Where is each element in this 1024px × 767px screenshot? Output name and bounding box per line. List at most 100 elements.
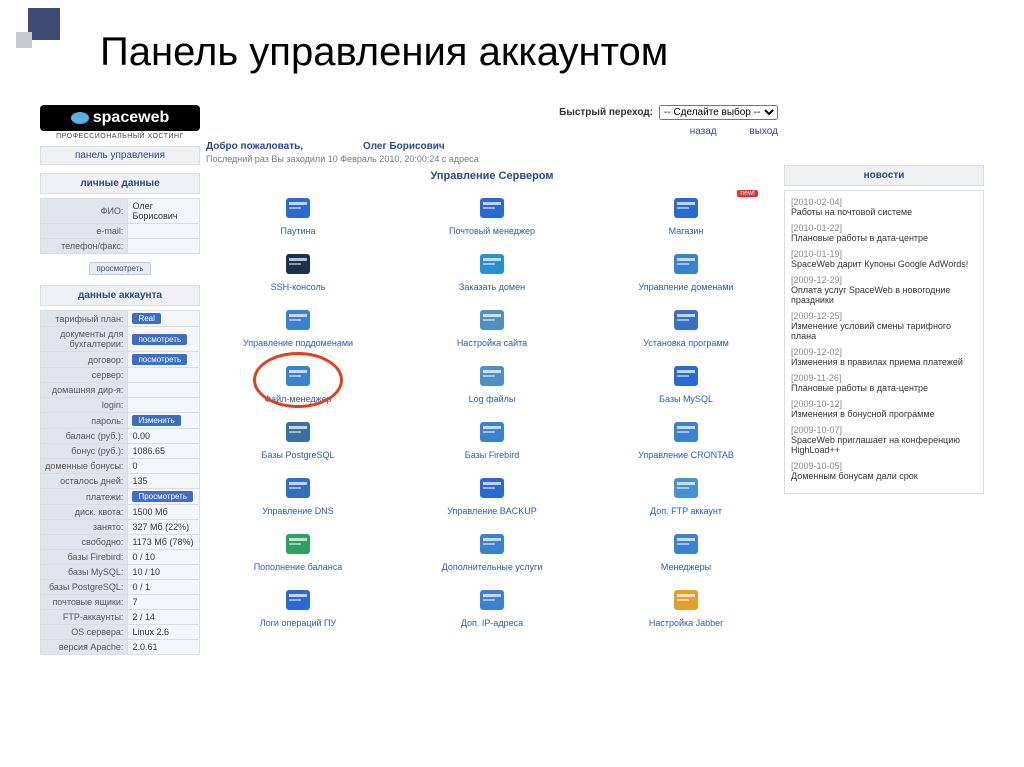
view-personal-button[interactable]: просмотреть bbox=[89, 262, 150, 275]
news-date: [2010-01-19] bbox=[791, 249, 977, 259]
field-label: версия Apache: bbox=[41, 640, 128, 655]
new-badge: new! bbox=[737, 190, 758, 197]
exit-link[interactable]: выход bbox=[749, 126, 778, 137]
field-label: почтовые ящики: bbox=[41, 595, 128, 610]
field-value: Олег Борисович bbox=[128, 199, 200, 224]
tool-label: Дополнительные услуги bbox=[402, 562, 582, 572]
news-title: SpaceWeb приглашает на конференцию HighL… bbox=[791, 435, 977, 455]
quick-jump-select[interactable]: -- Сделайте выбор -- bbox=[659, 105, 778, 120]
field-label: документы для бухгалтерии: bbox=[41, 327, 128, 352]
server-tool-доп-ftp-аккаунт[interactable]: Доп. FTP аккаунт bbox=[594, 468, 778, 520]
server-tool-паутина[interactable]: Паутина bbox=[206, 188, 390, 240]
news-item[interactable]: [2009-11-26]Плановые работы в дата-центр… bbox=[791, 373, 977, 393]
field-value: Изменить bbox=[128, 413, 200, 429]
server-tool-управление-доменами[interactable]: Управление доменами bbox=[594, 244, 778, 296]
news-title: SpaceWeb дарит Купоны Google AdWords! bbox=[791, 259, 977, 269]
field-label: осталось дней: bbox=[41, 474, 128, 489]
server-tool-управление-crontab[interactable]: Управление CRONTAB bbox=[594, 412, 778, 464]
server-tool-файл-менеджер[interactable]: Файл-менеджер bbox=[206, 356, 390, 408]
tool-icon bbox=[282, 304, 314, 336]
field-label: базы Firebird: bbox=[41, 550, 128, 565]
tool-label: Доп. FTP аккаунт bbox=[596, 506, 776, 516]
tool-icon bbox=[670, 416, 702, 448]
server-tool-управление-dns[interactable]: Управление DNS bbox=[206, 468, 390, 520]
server-tool-ssh-консоль[interactable]: SSH-консоль bbox=[206, 244, 390, 296]
server-tool-заказать-домен[interactable]: Заказать домен bbox=[400, 244, 584, 296]
server-tool-почтовый-менеджер[interactable]: Почтовый менеджер bbox=[400, 188, 584, 240]
field-value: 1500 Мб bbox=[128, 505, 200, 520]
field-value bbox=[128, 398, 200, 413]
field-value: 1086.65 bbox=[128, 444, 200, 459]
field-label: FTP-аккаунты: bbox=[41, 610, 128, 625]
last-login-text: Последний раз Вы заходили 10 Февраль 201… bbox=[206, 154, 778, 164]
account-action-button[interactable]: Просмотреть bbox=[132, 491, 193, 502]
tool-icon bbox=[282, 248, 314, 280]
tool-label: Магазин bbox=[596, 226, 776, 236]
server-tool-настройка-сайта[interactable]: Настройка сайта bbox=[400, 300, 584, 352]
server-tool-доп-ip-адреса[interactable]: Доп. IP-адреса bbox=[400, 580, 584, 632]
news-item[interactable]: [2009-12-25]Изменение условий смены тари… bbox=[791, 311, 977, 341]
news-item[interactable]: [2009-10-12]Изменения в бонусной програм… bbox=[791, 399, 977, 419]
news-item[interactable]: [2010-01-22]Плановые работы в дата-центр… bbox=[791, 223, 977, 243]
field-label: телефон/факс: bbox=[41, 239, 128, 254]
field-label: тарифный план: bbox=[41, 311, 128, 327]
control-panel-link[interactable]: панель управления bbox=[40, 146, 200, 165]
server-tool-базы-postgresql[interactable]: Базы PostgreSQL bbox=[206, 412, 390, 464]
tool-icon bbox=[670, 472, 702, 504]
server-tool-базы-mysql[interactable]: Базы MySQL bbox=[594, 356, 778, 408]
news-item[interactable]: [2009-10-07]SpaceWeb приглашает на конфе… bbox=[791, 425, 977, 455]
tool-label: Пополнение баланса bbox=[208, 562, 388, 572]
account-action-button[interactable]: посмотреть bbox=[132, 334, 187, 345]
tool-icon bbox=[476, 192, 508, 224]
server-tool-log-файлы[interactable]: Log файлы bbox=[400, 356, 584, 408]
back-link[interactable]: назад bbox=[690, 126, 717, 137]
tool-icon bbox=[670, 528, 702, 560]
account-action-button[interactable]: Изменить bbox=[132, 415, 180, 426]
news-item[interactable]: [2009-10-05]Доменным бонусам дали срок bbox=[791, 461, 977, 481]
server-tool-установка-программ[interactable]: Установка программ bbox=[594, 300, 778, 352]
field-label: договор: bbox=[41, 352, 128, 368]
tool-label: Файл-менеджер bbox=[208, 394, 388, 404]
server-mgmt-grid: Паутина Почтовый менеджерnew! Магазин SS… bbox=[206, 188, 778, 632]
field-label: занято: bbox=[41, 520, 128, 535]
tool-label: Заказать домен bbox=[402, 282, 582, 292]
account-data-header: данные аккаунта bbox=[40, 285, 200, 306]
tool-icon bbox=[476, 584, 508, 616]
tool-icon bbox=[476, 416, 508, 448]
field-value: посмотреть bbox=[128, 327, 200, 352]
field-value: Просмотреть bbox=[128, 489, 200, 505]
server-tool-базы-firebird[interactable]: Базы Firebird bbox=[400, 412, 584, 464]
news-list: [2010-02-04]Работы на почтовой системе [2… bbox=[784, 190, 984, 494]
field-value: 0.00 bbox=[128, 429, 200, 444]
server-tool-настройка-jabber[interactable]: Настройка Jabber bbox=[594, 580, 778, 632]
server-tool-менеджеры[interactable]: Менеджеры bbox=[594, 524, 778, 576]
tool-label: Настройка сайта bbox=[402, 338, 582, 348]
personal-data-table: ФИО:Олег Борисовичe-mail:телефон/факс: bbox=[40, 198, 200, 254]
field-value: 2 / 14 bbox=[128, 610, 200, 625]
news-item[interactable]: [2010-02-04]Работы на почтовой системе bbox=[791, 197, 977, 217]
news-item[interactable]: [2010-01-19]SpaceWeb дарит Купоны Google… bbox=[791, 249, 977, 269]
server-tool-пополнение-баланса[interactable]: Пополнение баланса bbox=[206, 524, 390, 576]
field-label: login: bbox=[41, 398, 128, 413]
slide-corner-decoration bbox=[8, 8, 68, 48]
news-item[interactable]: [2009-12-29]Оплата услуг SpaceWeb в ново… bbox=[791, 275, 977, 305]
welcome-greeting: Добро пожаловать, bbox=[206, 141, 303, 152]
tool-label: Базы Firebird bbox=[402, 450, 582, 460]
tool-icon bbox=[282, 192, 314, 224]
account-action-button[interactable]: Real bbox=[132, 313, 160, 324]
server-tool-логи-операций-пу[interactable]: Логи операций ПУ bbox=[206, 580, 390, 632]
account-action-button[interactable]: посмотреть bbox=[132, 354, 187, 365]
server-tool-управление-backup[interactable]: Управление BACKUP bbox=[400, 468, 584, 520]
tool-label: Управление BACKUP bbox=[402, 506, 582, 516]
news-date: [2009-10-05] bbox=[791, 461, 977, 471]
news-item[interactable]: [2009-12-02]Изменения в правилах приема … bbox=[791, 347, 977, 367]
server-tool-управление-поддоменами[interactable]: Управление поддоменами bbox=[206, 300, 390, 352]
field-value: 7 bbox=[128, 595, 200, 610]
news-title: Доменным бонусам дали срок bbox=[791, 471, 977, 481]
server-tool-дополнительные-услуги[interactable]: Дополнительные услуги bbox=[400, 524, 584, 576]
logo[interactable]: spaceweb bbox=[40, 105, 200, 131]
tool-icon bbox=[282, 416, 314, 448]
tool-label: Log файлы bbox=[402, 394, 582, 404]
server-tool-магазин[interactable]: new! Магазин bbox=[594, 188, 778, 240]
quick-jump-label: Быстрый переход: bbox=[559, 107, 653, 118]
